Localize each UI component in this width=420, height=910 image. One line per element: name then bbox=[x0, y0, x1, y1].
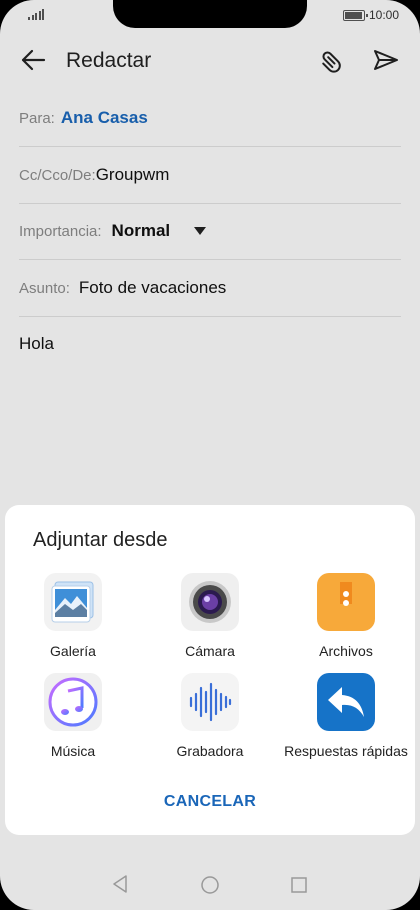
option-label: Música bbox=[50, 743, 96, 759]
phone-screen: 10:00 Redactar Para: Ana Casas Cc/Cco/De… bbox=[0, 0, 420, 910]
option-camera[interactable]: Cámara bbox=[142, 573, 278, 659]
cancel-button[interactable]: CANCELAR bbox=[5, 793, 415, 811]
attach-sheet: Adjuntar desde Galería Cámara Archivos M… bbox=[5, 505, 415, 835]
option-label: Cámara bbox=[185, 643, 235, 659]
option-recorder[interactable]: Grabadora bbox=[142, 673, 278, 759]
option-label: Archivos bbox=[319, 643, 373, 659]
music-icon bbox=[44, 673, 102, 731]
option-quick-replies[interactable]: Respuestas rápidas bbox=[278, 673, 414, 759]
option-label: Grabadora bbox=[176, 743, 244, 759]
option-gallery[interactable]: Galería bbox=[5, 573, 141, 659]
quick-replies-icon bbox=[317, 673, 375, 731]
option-label: Respuestas rápidas bbox=[284, 743, 408, 759]
files-icon bbox=[317, 573, 375, 631]
recorder-icon bbox=[181, 673, 239, 731]
option-label: Galería bbox=[50, 643, 96, 659]
camera-icon bbox=[181, 573, 239, 631]
nav-recents-icon[interactable] bbox=[288, 874, 310, 896]
system-nav-bar bbox=[0, 862, 420, 910]
option-music[interactable]: Música bbox=[5, 673, 141, 759]
option-files[interactable]: Archivos bbox=[278, 573, 414, 659]
sheet-title: Adjuntar desde bbox=[33, 529, 168, 551]
nav-home-icon[interactable] bbox=[199, 874, 221, 896]
gallery-icon bbox=[44, 573, 102, 631]
nav-back-icon[interactable] bbox=[110, 872, 130, 896]
